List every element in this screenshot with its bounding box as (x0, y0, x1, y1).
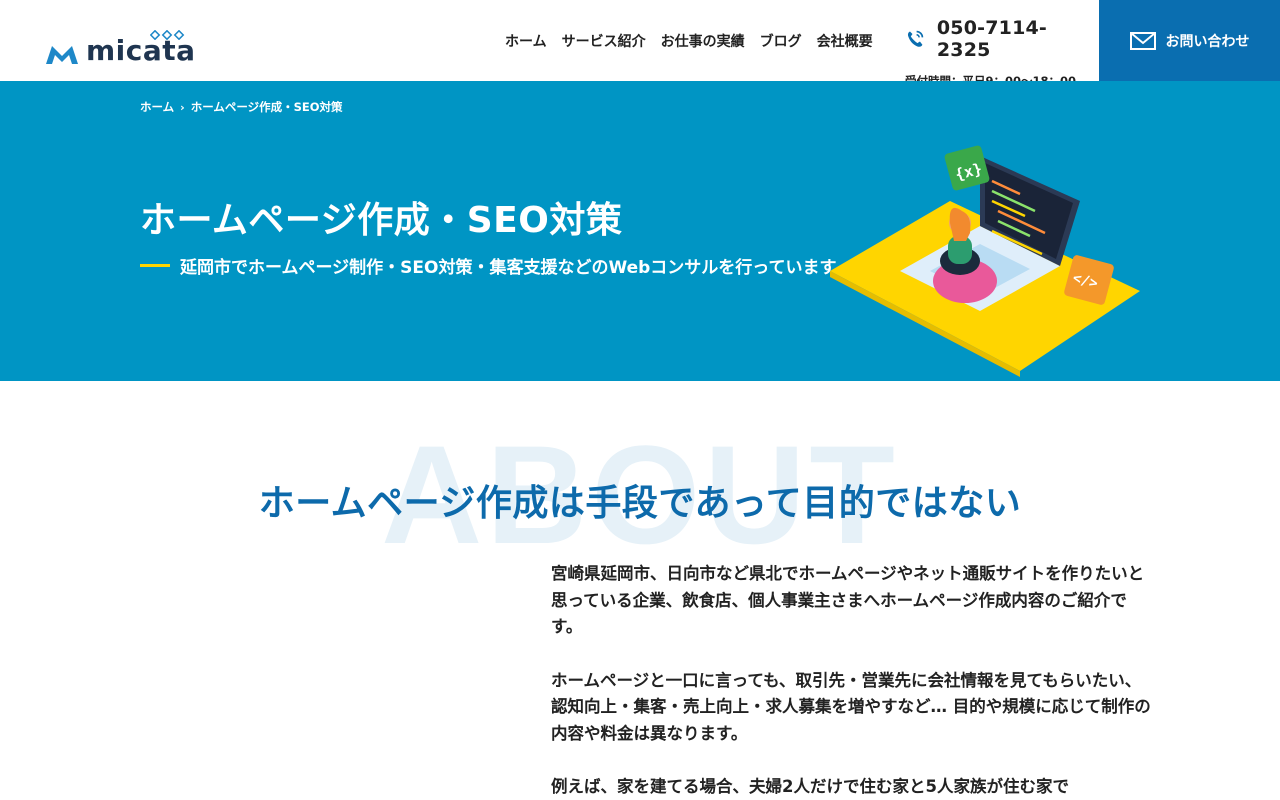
site-header: micata ホーム サービス紹介 お仕事の実績 ブログ 会社概要 050-71… (0, 0, 1280, 88)
laptop-illustration: {x} </> (830, 145, 1140, 377)
nav-item-blog[interactable]: ブログ (760, 31, 802, 51)
contact-button-label: お問い合わせ (1165, 33, 1250, 50)
about-text: 宮崎県延岡市、日向市など県北でホームページやネット通販サイトを作りたいと思ってい… (551, 561, 1151, 800)
breadcrumb-current: ホームページ作成・SEO対策 (190, 100, 343, 114)
about-paragraph-1: 宮崎県延岡市、日向市など県北でホームページやネット通販サイトを作りたいと思ってい… (551, 564, 1145, 636)
nav-item-works[interactable]: お仕事の実績 (661, 31, 745, 51)
logo-mark-icon (46, 46, 78, 64)
nav-item-services[interactable]: サービス紹介 (562, 31, 646, 51)
nav-item-home[interactable]: ホーム (505, 31, 547, 51)
site-logo[interactable]: micata (44, 30, 196, 66)
logo-dots-icon (150, 30, 185, 40)
phone-number[interactable]: 050-7114-2325 (937, 17, 1085, 61)
page-title: ホームページ作成・SEO対策 (140, 200, 623, 241)
logo-text: micata (86, 34, 196, 67)
hero-subtitle: 延岡市でホームページ制作・SEO対策・集客支援などのWebコンサルを行っています (140, 253, 836, 278)
breadcrumb: ホーム › ホームページ作成・SEO対策 (140, 99, 343, 115)
hero-banner: ホーム › ホームページ作成・SEO対策 ホームページ作成・SEO対策 {x} (0, 81, 1280, 381)
about-title: ホームページ作成は手段であって目的ではない (258, 483, 1022, 524)
hero-subtitle-text: 延岡市でホームページ制作・SEO対策・集客支援などのWebコンサルを行っています (180, 258, 837, 278)
phone-icon (907, 30, 924, 47)
breadcrumb-home[interactable]: ホーム (140, 99, 174, 115)
mail-icon (1129, 31, 1156, 50)
phone-block: 050-7114-2325 受付時間：平日9：00〜18：00 (905, 17, 1085, 89)
about-paragraph-2: ホームページと一口に言っても、取引先・営業先に会社情報を見てもらいたい、認知向上… (551, 670, 1151, 743)
main-nav: ホーム サービス紹介 お仕事の実績 ブログ 会社概要 (505, 31, 873, 51)
contact-button[interactable]: お問い合わせ (1099, 0, 1280, 81)
chevron-right-icon: › (180, 100, 185, 114)
nav-item-company[interactable]: 会社概要 (817, 31, 873, 51)
accent-bar (140, 264, 170, 267)
about-paragraph-3: 例えば、家を建てる場合、夫婦2人だけで住む家と5人家族が住む家で (551, 777, 1069, 796)
